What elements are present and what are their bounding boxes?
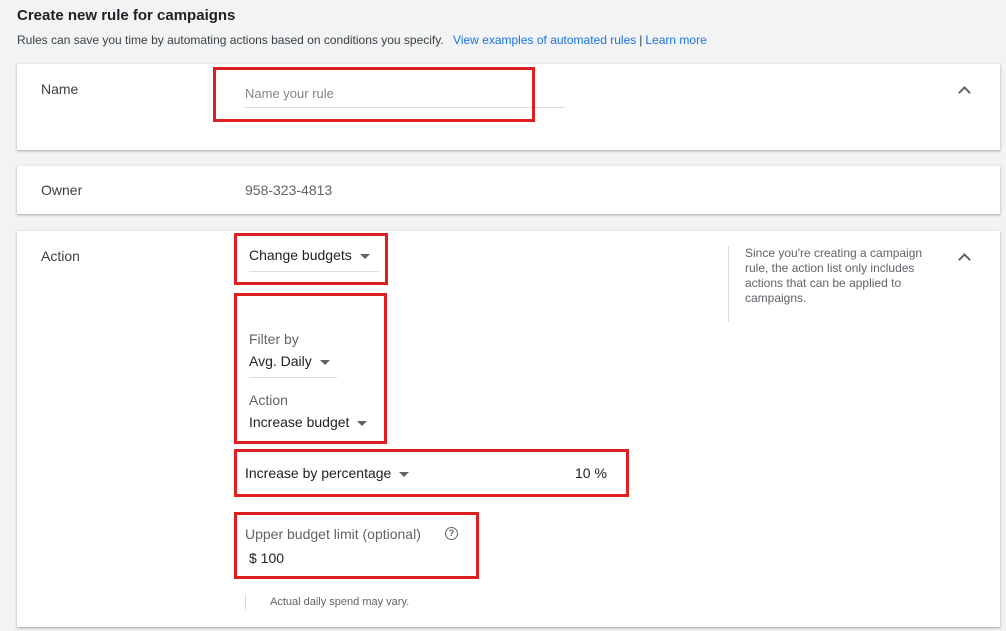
page-title: Create new rule for campaigns bbox=[17, 7, 236, 24]
rule-name-input[interactable] bbox=[245, 82, 545, 104]
name-input-underline bbox=[245, 107, 565, 108]
owner-label: Owner bbox=[41, 182, 83, 198]
filter-by-value: Avg. Daily bbox=[249, 353, 312, 369]
name-label: Name bbox=[41, 81, 79, 97]
caret-down-icon bbox=[359, 253, 370, 259]
increase-method-dropdown[interactable]: Increase by percentage bbox=[245, 465, 410, 481]
filter-by-dropdown[interactable]: Avg. Daily bbox=[249, 353, 330, 369]
action-type-underline bbox=[249, 271, 379, 272]
action-label: Action bbox=[41, 248, 80, 264]
view-examples-link[interactable]: View examples of automated rules bbox=[453, 33, 636, 47]
action-type-dropdown[interactable]: Change budgets bbox=[249, 247, 370, 263]
spend-note: Actual daily spend may vary. bbox=[270, 596, 410, 608]
increase-method-value: Increase by percentage bbox=[245, 465, 392, 481]
owner-section: Owner 958-323-4813 bbox=[17, 166, 1000, 214]
page-subtitle: Rules can save you time by automating ac… bbox=[17, 33, 707, 47]
caret-down-icon bbox=[399, 471, 410, 477]
budget-action-dropdown[interactable]: Increase budget bbox=[249, 414, 368, 430]
action-help-text: Since you're creating a campaign rule, t… bbox=[728, 246, 928, 322]
caret-down-icon bbox=[357, 420, 368, 426]
budget-action-value: Increase budget bbox=[249, 414, 350, 430]
filter-by-underline bbox=[249, 377, 337, 378]
filter-by-label: Filter by bbox=[249, 331, 299, 347]
link-separator: | bbox=[639, 33, 643, 47]
collapse-name-chevron-up-icon[interactable] bbox=[958, 86, 971, 99]
collapse-action-chevron-up-icon[interactable] bbox=[958, 253, 971, 266]
percentage-input[interactable]: 10 % bbox=[575, 465, 607, 481]
caret-down-icon bbox=[319, 359, 330, 365]
subtitle-text: Rules can save you time by automating ac… bbox=[17, 33, 444, 47]
budget-action-label: Action bbox=[249, 392, 288, 408]
upper-limit-input[interactable]: $ 100 bbox=[249, 550, 284, 566]
name-section: Name bbox=[17, 64, 1000, 150]
action-type-value: Change budgets bbox=[249, 247, 352, 263]
note-divider bbox=[245, 594, 246, 610]
learn-more-link[interactable]: Learn more bbox=[645, 33, 706, 47]
owner-value: 958-323-4813 bbox=[245, 182, 333, 198]
help-icon[interactable]: ? bbox=[445, 527, 458, 540]
upper-limit-label: Upper budget limit (optional) bbox=[245, 526, 421, 542]
action-section: Action Change budgets Filter by Avg. Dai… bbox=[17, 231, 1000, 627]
